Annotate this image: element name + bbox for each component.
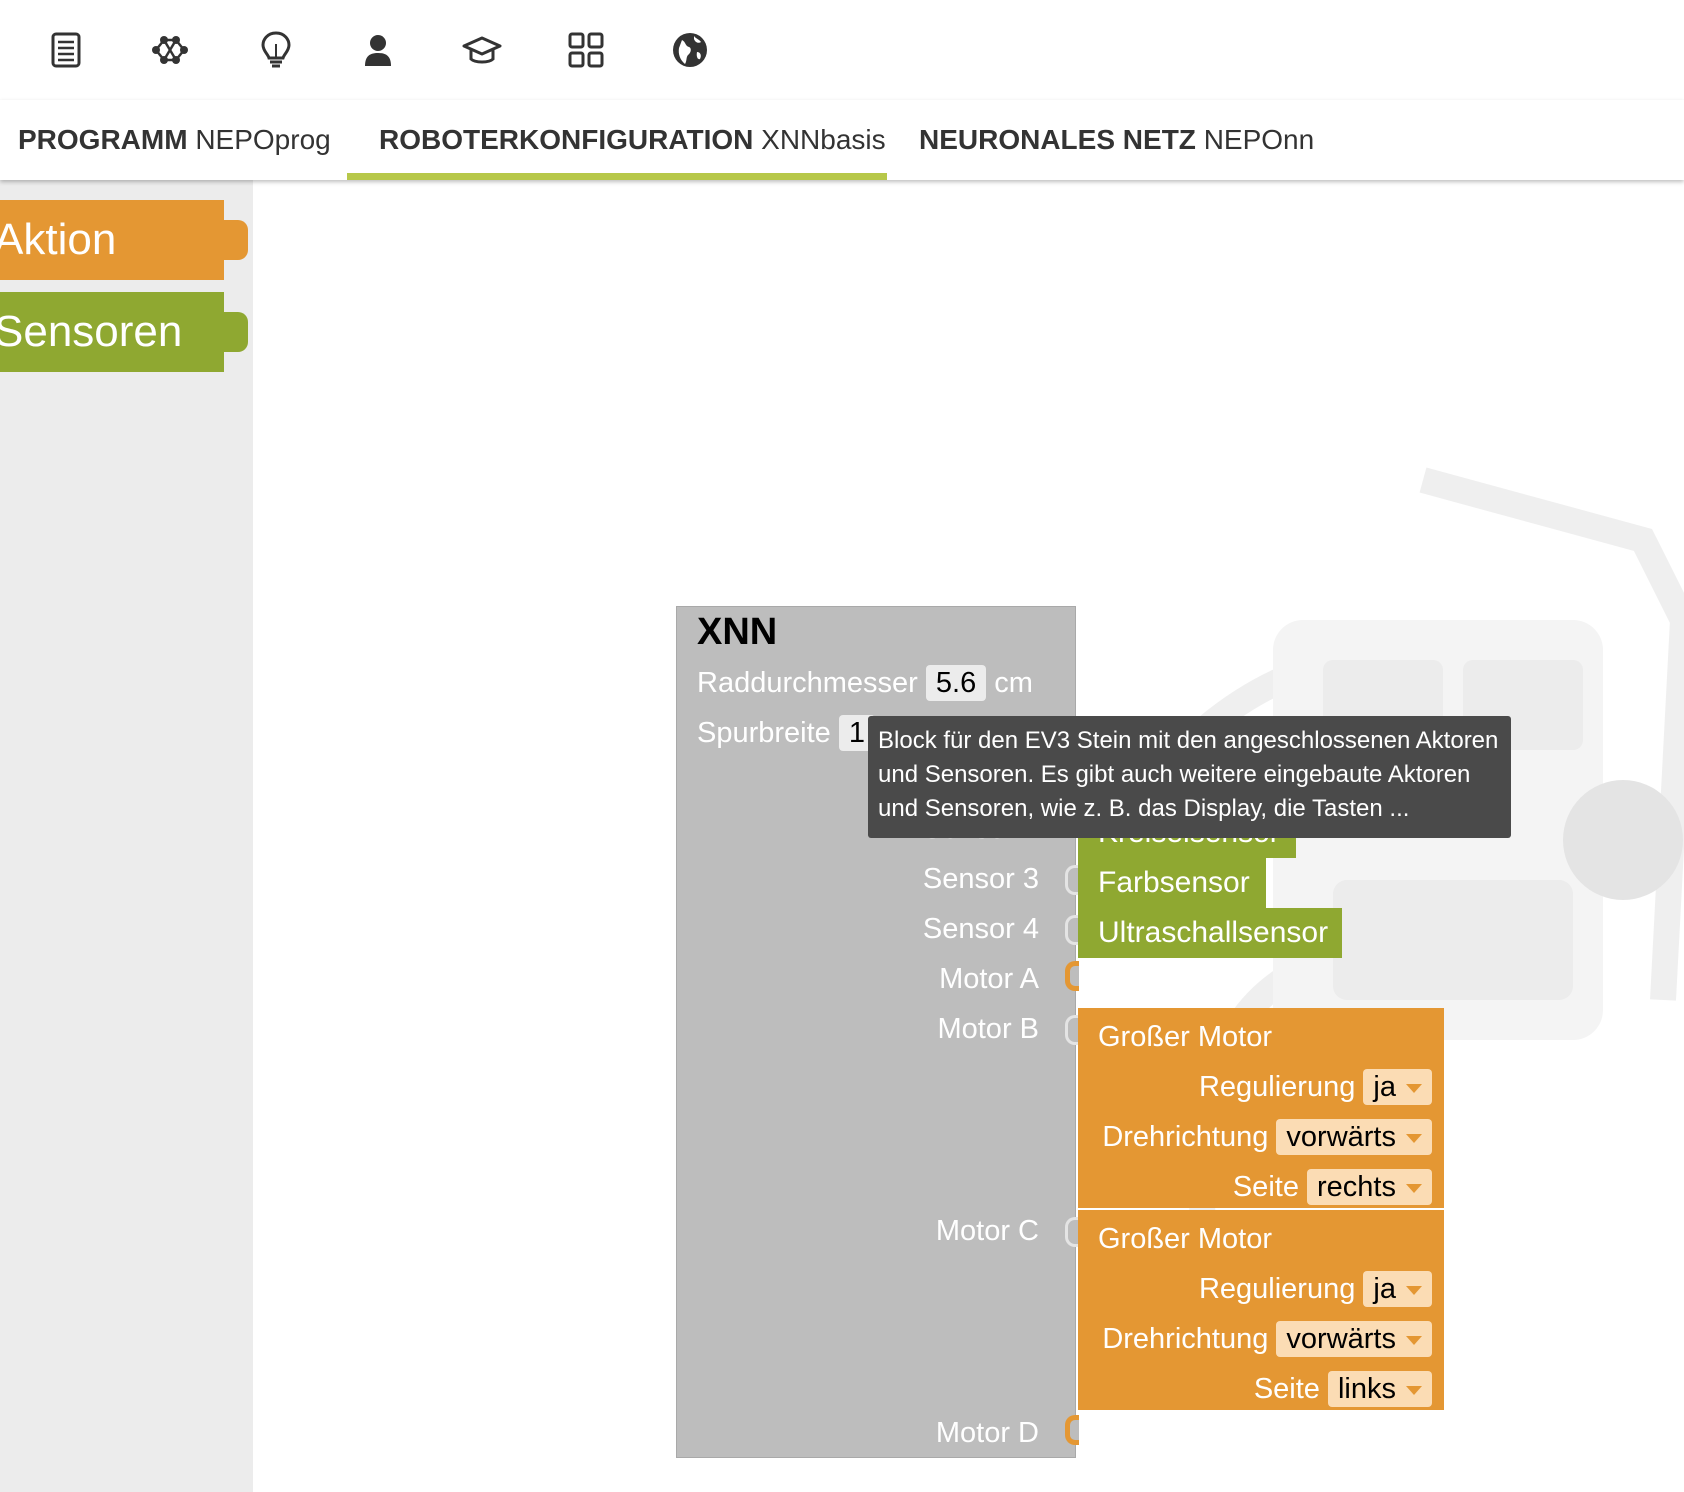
user-icon[interactable] — [354, 26, 402, 74]
tab-robot-configuration[interactable]: ROBOTERKONFIGURATION XNNbasis — [347, 124, 887, 180]
regulation-label: Regulierung — [1198, 1273, 1356, 1305]
category-aktion[interactable]: Aktion — [0, 200, 248, 280]
direction-label: Drehrichtung — [1102, 1121, 1269, 1153]
port-sensor-4-connector — [1065, 915, 1079, 945]
network-icon[interactable] — [146, 26, 194, 74]
regulation-dropdown[interactable]: ja — [1363, 1271, 1432, 1307]
port-motor-c-connector — [1065, 1217, 1079, 1247]
port-motor-a-label: Motor A — [939, 963, 1039, 995]
direction-value: vorwärts — [1286, 1323, 1396, 1355]
direction-dropdown[interactable]: vorwärts — [1276, 1119, 1432, 1155]
side-value: rechts — [1317, 1171, 1396, 1203]
tab-nn-label: NEURONALES NETZ — [919, 124, 1196, 155]
port-motor-d-label: Motor D — [935, 1417, 1039, 1449]
port-sensor-3-label: Sensor 3 — [922, 863, 1039, 895]
regulation-value: ja — [1373, 1071, 1396, 1103]
tab-config-label: ROBOTERKONFIGURATION — [379, 124, 754, 155]
tab-config-name: XNNbasis — [761, 124, 886, 155]
tab-program[interactable]: PROGRAMM NEPOprog — [0, 124, 363, 180]
lightbulb-icon[interactable] — [252, 26, 300, 74]
side-dropdown[interactable]: rechts — [1307, 1169, 1432, 1205]
wheel-diameter-label: Raddurchmesser — [697, 667, 918, 699]
direction-dropdown[interactable]: vorwärts — [1276, 1321, 1432, 1357]
tab-bar: PROGRAMM NEPOprog ROBOTERKONFIGURATION X… — [0, 100, 1684, 180]
wheel-diameter-unit: cm — [994, 667, 1033, 699]
program-list-icon[interactable] — [42, 26, 90, 74]
category-connector — [222, 220, 248, 260]
regulation-row: Regulierung ja — [1078, 1264, 1444, 1314]
color-sensor-block[interactable]: Farbsensor — [1078, 858, 1266, 908]
category-sensoren[interactable]: Sensoren — [0, 292, 248, 372]
tab-program-label: PROGRAMM — [18, 124, 188, 155]
regulation-row: Regulierung ja — [1078, 1062, 1444, 1112]
globe-icon[interactable] — [666, 26, 714, 74]
category-sensoren-label: Sensoren — [0, 307, 183, 356]
direction-label: Drehrichtung — [1102, 1323, 1269, 1355]
dropdown-arrow-icon — [1406, 1133, 1422, 1143]
ultrasonic-sensor-block[interactable]: Ultraschallsensor — [1078, 908, 1342, 958]
port-sensor-4-label: Sensor 4 — [922, 913, 1039, 945]
port-sensor-3-connector — [1065, 865, 1079, 895]
ultrasonic-sensor-label: Ultraschallsensor — [1098, 916, 1329, 949]
direction-row: Drehrichtung vorwärts — [1078, 1314, 1444, 1364]
port-motor-b-label: Motor B — [937, 1013, 1039, 1045]
dropdown-arrow-icon — [1406, 1335, 1422, 1345]
tab-nn-name: NEPOnn — [1203, 124, 1315, 155]
direction-row: Drehrichtung vorwärts — [1078, 1112, 1444, 1162]
dropdown-arrow-icon — [1406, 1285, 1422, 1295]
port-motor-d-connector[interactable] — [1065, 1415, 1079, 1445]
track-width-label: Spurbreite — [697, 717, 831, 749]
side-value: links — [1337, 1373, 1396, 1405]
wheel-diameter-row: Raddurchmesser 5.6 cm — [697, 665, 1033, 701]
category-connector — [222, 312, 248, 352]
side-row: Seite rechts — [1078, 1162, 1444, 1212]
tab-program-name: NEPOprog — [195, 124, 331, 155]
direction-value: vorwärts — [1286, 1121, 1396, 1153]
tab-neural-network[interactable]: NEURONALES NETZ NEPOnn — [887, 124, 1346, 180]
port-motor-a-connector[interactable] — [1065, 961, 1079, 991]
port-motor-b-connector — [1065, 1015, 1079, 1045]
large-motor-block-c[interactable]: Großer Motor Regulierung ja Drehrichtung… — [1078, 1210, 1444, 1410]
toolbox: Aktion Sensoren — [0, 180, 253, 1492]
motor-title: Großer Motor — [1098, 1021, 1273, 1053]
regulation-dropdown[interactable]: ja — [1363, 1069, 1432, 1105]
brick-title: XNN — [697, 611, 778, 653]
side-dropdown[interactable]: links — [1327, 1371, 1432, 1407]
side-row: Seite links — [1078, 1364, 1444, 1414]
block-tooltip: Block für den EV3 Stein mit den angeschl… — [868, 716, 1511, 838]
dropdown-arrow-icon — [1406, 1183, 1422, 1193]
side-label: Seite — [1253, 1373, 1320, 1405]
large-motor-block-b[interactable]: Großer Motor Regulierung ja Drehrichtung… — [1078, 1008, 1444, 1208]
category-aktion-label: Aktion — [0, 215, 117, 264]
port-motor-c-label: Motor C — [935, 1215, 1039, 1247]
graduation-cap-icon[interactable] — [458, 26, 506, 74]
side-label: Seite — [1232, 1171, 1299, 1203]
dropdown-arrow-icon — [1406, 1083, 1422, 1093]
apps-grid-icon[interactable] — [562, 26, 610, 74]
dropdown-arrow-icon — [1406, 1385, 1422, 1395]
wheel-diameter-field[interactable]: 5.6 — [925, 665, 987, 701]
color-sensor-label: Farbsensor — [1098, 866, 1250, 899]
regulation-label: Regulierung — [1198, 1071, 1356, 1103]
top-icon-bar — [0, 0, 1684, 100]
track-width-row: Spurbreite 1 — [697, 715, 876, 751]
motor-title: Großer Motor — [1098, 1223, 1273, 1255]
regulation-value: ja — [1373, 1273, 1396, 1305]
